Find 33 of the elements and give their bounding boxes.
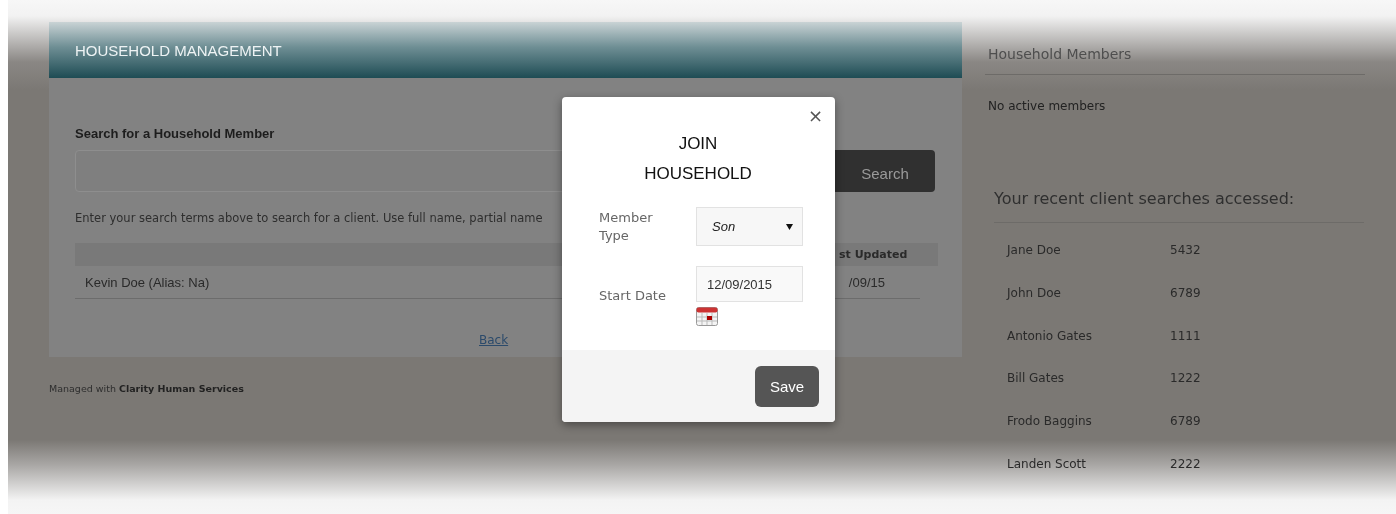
client-id: 1222 (1170, 371, 1201, 386)
client-id: 1111 (1170, 328, 1201, 343)
client-id: 6789 (1170, 286, 1201, 301)
field-label: Start Date (599, 287, 667, 305)
member-type-dropdown[interactable]: Son (696, 207, 803, 246)
search-button[interactable]: Search (835, 150, 935, 192)
client-name[interactable]: Antonio Gates (985, 328, 1170, 343)
client-name[interactable]: Jane Doe (985, 243, 1170, 258)
client-name[interactable]: Bill Gates (985, 371, 1170, 386)
close-button[interactable]: × (807, 107, 823, 125)
field-label: Member Type (599, 208, 654, 245)
client-id: 2222 (1170, 456, 1201, 471)
client-id: 6789 (1170, 414, 1201, 429)
table-cell: /09/15 (848, 274, 885, 290)
save-button[interactable]: Save (755, 365, 819, 407)
dialog-title: JOIN HOUSEHOLD (643, 133, 753, 185)
section-title: Your recent client searches accessed: (994, 189, 1364, 223)
search-hint: Enter your search terms above to search for a client. Use full name, partial name (75, 211, 543, 225)
client-name[interactable]: Frodo Baggins (985, 414, 1170, 429)
panel-title: Household Members (985, 46, 1365, 75)
date-field[interactable]: 12/09/2015 (696, 266, 803, 302)
panel-header: HOUSEHOLD MANAGEMENT (49, 22, 962, 78)
section-heading: Search for a Household Member (75, 126, 276, 141)
table-cell-text: Kevin Doe (Alias: Na) (84, 274, 210, 290)
client-name[interactable]: John Doe (985, 286, 1170, 301)
empty-message: No active members (988, 99, 1107, 113)
column-header: st Updated (839, 248, 908, 261)
client-name[interactable]: Landen Scott (985, 456, 1170, 471)
client-id: 5432 (1170, 243, 1201, 258)
back-link[interactable]: Back (479, 333, 509, 347)
footer-text: Managed with Clarity Human Services (49, 383, 244, 394)
calendar-icon[interactable] (696, 307, 718, 326)
caret-icon (786, 223, 793, 230)
